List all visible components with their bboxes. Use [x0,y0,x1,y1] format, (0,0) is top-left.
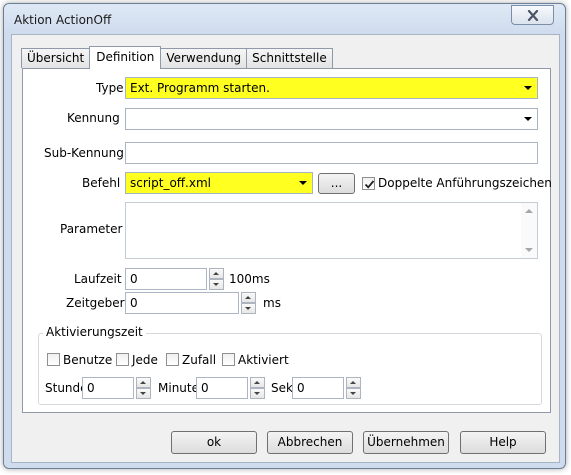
tab-uebersicht[interactable]: Übersicht [21,48,91,68]
close-icon [527,9,538,21]
parameter-field[interactable] [125,202,538,259]
befehl-label: Befehl [82,176,121,190]
type-label: Type [96,81,124,95]
parameter-label: Parameter [60,222,123,236]
stunde-field[interactable]: 0 [82,377,134,399]
minute-field[interactable]: 0 [196,377,248,399]
spin-down-icon[interactable] [136,388,151,399]
ok-button[interactable]: ok [171,431,257,454]
subkennung-label: Sub-Kennung [44,146,124,160]
spin-up-icon[interactable] [209,268,224,279]
scroll-up-icon [525,209,533,213]
stunde-stepper[interactable] [136,377,151,399]
spin-down-icon[interactable] [346,388,361,399]
aktiviert-label: Aktiviert [238,353,289,367]
subkennung-field[interactable] [125,142,538,164]
zeitgeber-stepper[interactable] [241,292,256,314]
zufall-label: Zufall [182,353,217,367]
close-button[interactable] [511,5,554,25]
chevron-down-icon [299,181,307,185]
tab-definition[interactable]: Definition [89,46,162,69]
zeitgeber-unit: ms [263,296,281,310]
tab-bar: Übersicht Definition Verwendung Schnitts… [21,46,333,69]
cancel-button[interactable]: Abbrechen [267,431,353,454]
quotes-checkbox[interactable] [362,177,375,190]
tab-schnittstelle[interactable]: Schnittstelle [246,48,333,68]
spin-up-icon[interactable] [136,377,151,388]
kennung-select[interactable] [125,108,538,130]
benutze-checkbox[interactable] [47,353,60,366]
spin-up-icon[interactable] [241,292,256,303]
title-bar[interactable]: Aktion ActionOff [4,4,565,34]
type-select[interactable]: Ext. Programm starten. [125,77,538,99]
checkmark-icon [364,180,375,189]
window-title: Aktion ActionOff [14,13,112,27]
laufzeit-stepper[interactable] [209,268,224,290]
spin-up-icon[interactable] [346,377,361,388]
kennung-label: Kennung [67,111,120,125]
spin-down-icon[interactable] [209,279,224,290]
help-button[interactable]: Help [460,431,546,454]
apply-button[interactable]: Übernehmen [363,431,449,454]
dialog-client: Übersicht Definition Verwendung Schnitts… [11,34,560,463]
befehl-select[interactable]: script_off.xml [125,172,313,194]
type-select-value: Ext. Programm starten. [130,81,270,95]
chevron-down-icon [524,117,532,121]
sek-field[interactable]: 0 [292,377,344,399]
sek-stepper[interactable] [346,377,361,399]
laufzeit-field[interactable]: 0 [125,268,207,290]
definition-panel: Type Ext. Programm starten. Kennung Sub-… [22,68,552,413]
befehl-select-value: script_off.xml [130,176,211,190]
scroll-down-icon [525,248,533,252]
tab-verwendung[interactable]: Verwendung [160,48,248,68]
aktiviert-checkbox[interactable] [222,353,235,366]
zufall-checkbox[interactable] [166,353,179,366]
parameter-scrollbar[interactable] [521,203,537,258]
jede-label: Jede [132,353,158,367]
chevron-down-icon [524,86,532,90]
activation-group-title: Aktivierungszeit [43,325,146,339]
minute-label: Minute [158,381,199,395]
dialog-window: Aktion ActionOff Übersicht Definition Ve… [3,3,566,469]
laufzeit-label: Laufzeit [74,272,122,286]
laufzeit-unit: 100ms [229,272,270,286]
benutze-label: Benutze [63,353,113,367]
zeitgeber-label: Zeitgeber [66,296,125,310]
spin-up-icon[interactable] [250,377,265,388]
minute-stepper[interactable] [250,377,265,399]
quotes-label: Doppelte Anführungszeichen [378,176,552,190]
browse-button[interactable]: ... [318,173,355,194]
zeitgeber-field[interactable]: 0 [125,292,239,314]
spin-down-icon[interactable] [241,303,256,314]
spin-down-icon[interactable] [250,388,265,399]
jede-checkbox[interactable] [116,353,129,366]
